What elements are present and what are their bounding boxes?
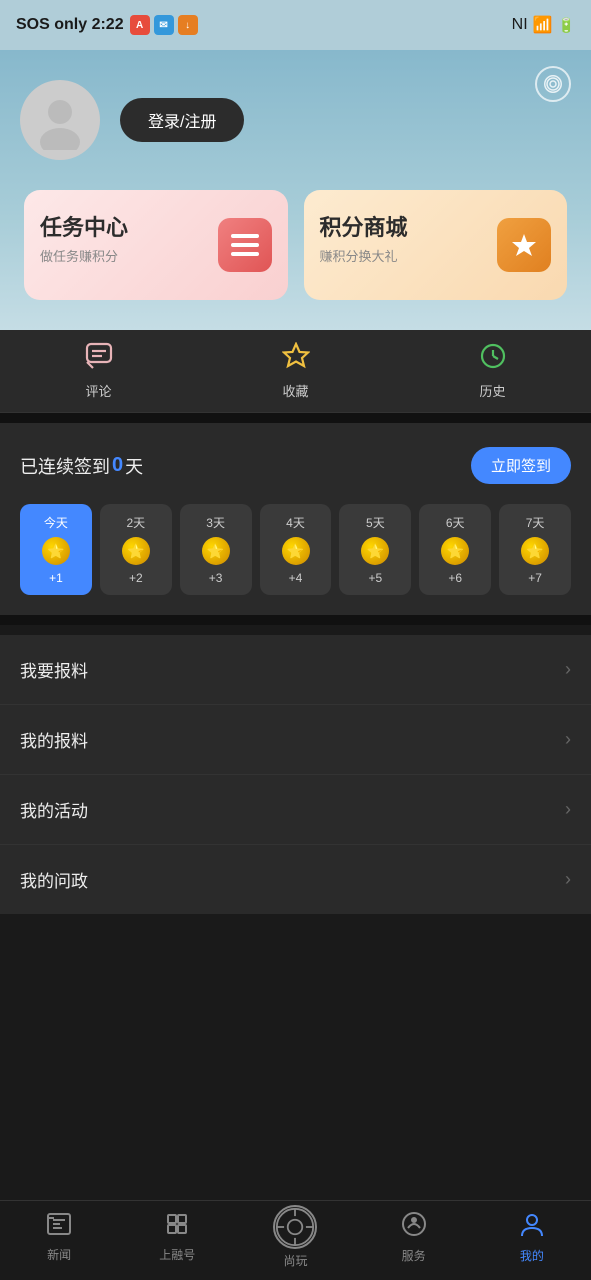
tab-favorites-label: 收藏 [282, 381, 308, 400]
task-center-icon [218, 218, 272, 272]
nav-play[interactable]: 尚玩 [255, 1205, 335, 1269]
tab-history[interactable]: 历史 [479, 342, 507, 400]
nav-mine[interactable]: 我的 [492, 1210, 572, 1264]
day-label: 4天 [286, 514, 305, 531]
day-item-5天: 5天 ⭐ +5 [339, 504, 411, 595]
nav-play-label: 尚玩 [283, 1252, 307, 1269]
day-label: 2天 [126, 514, 145, 531]
day-label: 3天 [206, 514, 225, 531]
notification-icon-orange: ↓ [178, 15, 198, 35]
menu-item-report-create[interactable]: 我要报料 › [0, 635, 591, 705]
nav-service[interactable]: 服务 [374, 1210, 454, 1264]
signin-prefix: 已连续签到 [20, 453, 110, 479]
login-register-button[interactable]: 登录/注册 [120, 98, 244, 142]
section-divider-1 [0, 413, 591, 423]
coin-icon: ⭐ [122, 537, 150, 565]
menu-label: 我的报料 [20, 727, 88, 752]
coin-icon: ⭐ [361, 537, 389, 565]
profile-row: 登录/注册 [20, 80, 571, 160]
menu-section: 我要报料 › 我的报料 › 我的活动 › 我的问政 › [0, 635, 591, 914]
day-points: +5 [369, 571, 383, 585]
chevron-right-icon: › [565, 869, 571, 890]
task-center-card[interactable]: 任务中心 做任务赚积分 [24, 190, 288, 300]
day-item-今天: 今天 ⭐ +1 [20, 504, 92, 595]
menu-label: 我要报料 [20, 657, 88, 682]
day-item-6天: 6天 ⭐ +6 [419, 504, 491, 595]
nfc-icon: NI [512, 16, 528, 34]
news-icon [46, 1211, 72, 1243]
notification-icon-blue: ✉ [154, 15, 174, 35]
section-divider-2 [0, 615, 591, 625]
service-icon [400, 1210, 428, 1244]
status-time: SOS only 2:22 [16, 16, 124, 34]
shop-icon [497, 218, 551, 272]
day-item-7天: 7天 ⭐ +7 [499, 504, 571, 595]
shop-card[interactable]: 积分商城 赚积分换大礼 [304, 190, 568, 300]
status-bar: SOS only 2:22 A ✉ ↓ NI 📶 🔋 [0, 0, 591, 50]
coin-icon: ⭐ [282, 537, 310, 565]
menu-item-my-reports[interactable]: 我的报料 › [0, 705, 591, 775]
menu-label: 我的问政 [20, 867, 88, 892]
play-icon [273, 1205, 317, 1249]
nav-ronghe[interactable]: 上融号 [137, 1211, 217, 1263]
days-row: 今天 ⭐ +1 2天 ⭐ +2 3天 ⭐ +3 4天 ⭐ +4 5天 ⭐ +5 … [20, 504, 571, 595]
signin-suffix: 天 [125, 453, 143, 479]
nav-mine-label: 我的 [520, 1247, 544, 1264]
activity-tabs: 评论 收藏 历史 [0, 330, 591, 413]
tab-comment[interactable]: 评论 [85, 342, 113, 400]
coin-icon: ⭐ [441, 537, 469, 565]
signin-button[interactable]: 立即签到 [471, 447, 571, 484]
ronghe-icon [164, 1211, 190, 1243]
day-points: +2 [129, 571, 143, 585]
cards-row: 任务中心 做任务赚积分 积分商城 赚积分换大礼 [20, 190, 571, 300]
avatar [20, 80, 100, 160]
day-label: 5天 [366, 514, 385, 531]
day-label: 今天 [44, 514, 68, 531]
mine-icon [518, 1210, 546, 1244]
notification-icon-red: A [130, 15, 150, 35]
day-points: +4 [289, 571, 303, 585]
coin-icon: ⭐ [202, 537, 230, 565]
chevron-right-icon: › [565, 659, 571, 680]
menu-item-my-activities[interactable]: 我的活动 › [0, 775, 591, 845]
day-points: +7 [528, 571, 542, 585]
day-item-2天: 2天 ⭐ +2 [100, 504, 172, 595]
day-points: +1 [49, 571, 63, 585]
nav-ronghe-label: 上融号 [159, 1246, 195, 1263]
tab-history-label: 历史 [479, 381, 505, 400]
nav-news-label: 新闻 [47, 1246, 71, 1263]
coin-icon: ⭐ [521, 537, 549, 565]
star-icon [282, 342, 310, 377]
battery-icon: 🔋 [558, 17, 575, 34]
comment-icon [85, 342, 113, 377]
menu-item-my-questions[interactable]: 我的问政 › [0, 845, 591, 914]
nav-news[interactable]: 新闻 [19, 1211, 99, 1263]
coin-icon: ⭐ [42, 537, 70, 565]
day-label: 6天 [446, 514, 465, 531]
tab-comment-label: 评论 [85, 381, 111, 400]
day-item-3天: 3天 ⭐ +3 [180, 504, 252, 595]
menu-label: 我的活动 [20, 797, 88, 822]
status-icons-right: NI 📶 🔋 [512, 15, 575, 35]
day-points: +3 [209, 571, 223, 585]
clock-icon [479, 342, 507, 377]
wifi-icon: 📶 [533, 15, 553, 35]
profile-header: 登录/注册 任务中心 做任务赚积分 积分商城 [0, 50, 591, 330]
tab-favorites[interactable]: 收藏 [282, 342, 310, 400]
signin-section: 已连续签到 0 天 立即签到 今天 ⭐ +1 2天 ⭐ +2 3天 ⭐ +3 4… [0, 423, 591, 615]
nav-service-label: 服务 [402, 1247, 426, 1264]
day-item-4天: 4天 ⭐ +4 [260, 504, 332, 595]
day-points: +6 [448, 571, 462, 585]
chevron-right-icon: › [565, 799, 571, 820]
signin-count: 0 [112, 454, 123, 477]
camera-button[interactable] [535, 66, 571, 102]
chevron-right-icon: › [565, 729, 571, 750]
bottom-navigation: 新闻 上融号 尚玩 [0, 1200, 591, 1280]
day-label: 7天 [526, 514, 545, 531]
